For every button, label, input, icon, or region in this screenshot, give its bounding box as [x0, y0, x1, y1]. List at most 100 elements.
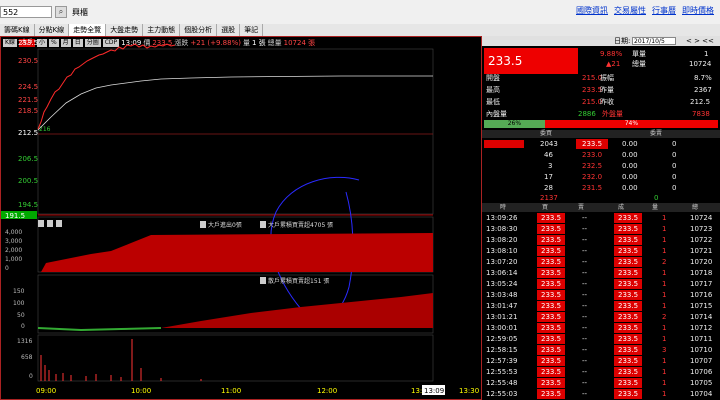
ref-price-label: 191.5 — [5, 212, 25, 220]
retail-axis-label: 0 — [21, 323, 25, 330]
tick-cell-b: 233.5 — [537, 389, 566, 399]
tick-cell-p: 233.5 — [614, 345, 643, 355]
yvol-value: 2367 — [694, 86, 712, 94]
tick-cell-p: 233.5 — [614, 323, 643, 333]
tab-notes[interactable]: 筆記 — [240, 24, 264, 36]
tab-branch-k[interactable]: 分點K線 — [35, 24, 70, 36]
retail-negative-line — [37, 327, 162, 332]
orderbook-row: 28 231.5 0.00 0 — [544, 184, 677, 192]
tick-cell-p: 233.5 — [614, 356, 643, 366]
panel-btn[interactable] — [56, 220, 62, 227]
tick-cell-s: -- — [582, 280, 588, 288]
tick-cell-v: 1 — [662, 225, 667, 233]
tick-cell-t: 13:08:20 — [486, 236, 518, 244]
retail-cum-label: 散戶累積買賣超151 張 — [268, 277, 329, 285]
tick-row: 13:01:21 233.5 -- 233.5 2 10714 — [482, 312, 720, 322]
tick-cell-s: -- — [582, 258, 588, 266]
outer-vol-value: 7838 — [692, 110, 710, 118]
vol-axis-label: 0 — [29, 373, 33, 380]
tick-cell-tot: 10714 — [690, 313, 713, 321]
stock-name: 興櫃 — [72, 8, 88, 17]
tick-cell-p: 233.5 — [614, 224, 643, 234]
nav-arrows[interactable]: < > << — [686, 36, 714, 46]
tick-cell-s: -- — [582, 302, 588, 310]
tab-main-force[interactable]: 主力動態 — [143, 24, 181, 36]
tick-cell-b: 233.5 — [537, 246, 566, 256]
chart-svg: 233.5 230.5 224.5 221.5 218.5 212.5 206.… — [1, 39, 479, 395]
search-icon[interactable]: ⌕ — [55, 6, 67, 18]
tick-cell-t: 13:05:24 — [486, 280, 518, 288]
ticks-header: 時 買 賣 成 量 總 — [482, 203, 720, 212]
tick-cell-tot: 10721 — [690, 247, 713, 255]
orderbook-row: 17 232.0 0.00 0 — [544, 173, 677, 181]
tick-cell-v: 2 — [662, 313, 667, 321]
time-cursor-label: 13:09 — [424, 387, 444, 395]
tick-cell-b: 233.5 — [537, 356, 566, 366]
tick-row: 12:55:03 233.5 -- 233.5 1 10704 — [482, 389, 720, 399]
orderbook-row: 2043 233.5 0.00 0 — [482, 139, 720, 149]
panel-btn[interactable] — [38, 220, 44, 227]
vol-axis-label: 658 — [21, 354, 33, 361]
tick-cell-t: 12:58:15 — [486, 346, 518, 354]
tick-cell-s: -- — [582, 247, 588, 255]
big-in-label: 大戶進出0張 — [208, 221, 242, 229]
tab-chips-k[interactable]: 籌碼K線 — [0, 24, 35, 36]
price-axis-label: 206.5 — [18, 155, 38, 163]
inner-vol-value: 2886 — [578, 110, 596, 118]
link-realtime[interactable]: 即時價格 — [682, 5, 714, 16]
tick-cell-v: 1 — [662, 302, 667, 310]
tick-cell-p: 233.5 — [614, 301, 643, 311]
tick-cell-s: -- — [582, 225, 588, 233]
tick-row: 12:59:05 233.5 -- 233.5 1 10711 — [482, 334, 720, 344]
tick-cell-t: 13:01:21 — [486, 313, 518, 321]
tick-cell-s: -- — [582, 335, 588, 343]
in-pct: 26% — [484, 120, 545, 128]
tick-cell-tot: 10716 — [690, 291, 713, 299]
price-axis-label: 233.5 — [18, 39, 38, 47]
tick-cell-tot: 10718 — [690, 269, 713, 277]
tick-row: 13:07:20 233.5 -- 233.5 2 10720 — [482, 257, 720, 267]
link-intl[interactable]: 國際資訊 — [576, 5, 608, 16]
tick-cell-tot: 10704 — [690, 390, 713, 398]
total-label: 總量 — [632, 60, 646, 68]
tick-cell-p: 233.5 — [614, 378, 643, 388]
tick-row: 12:58:15 233.5 -- 233.5 3 10710 — [482, 345, 720, 355]
big-cum-area — [41, 233, 433, 272]
tick-cell-t: 13:03:48 — [486, 291, 518, 299]
big-cum-label: 大戶累積買賣超4705 張 — [268, 221, 333, 229]
price-axis-label: 224.5 — [18, 83, 38, 91]
tick-row: 12:55:53 233.5 -- 233.5 1 10706 — [482, 367, 720, 377]
stock-code-input[interactable]: 552 — [0, 6, 52, 18]
time-axis-label: 10:00 — [131, 387, 151, 395]
info-icon[interactable] — [260, 277, 266, 284]
tick-cell-v: 1 — [662, 357, 667, 365]
tab-analysis[interactable]: 個股分析 — [180, 24, 218, 36]
tick-cell-b: 233.5 — [537, 312, 566, 322]
tick-cell-p: 233.5 — [614, 334, 643, 344]
tick-cell-b: 233.5 — [537, 235, 566, 245]
date-input[interactable]: 2017/10/5 — [632, 37, 676, 45]
tick-cell-p: 233.5 — [614, 279, 643, 289]
yclose-value: 212.5 — [690, 98, 711, 106]
yvol-label: 昨量 — [600, 86, 614, 94]
info-icon[interactable] — [260, 221, 266, 228]
tick-cell-v: 1 — [662, 324, 667, 332]
link-attr[interactable]: 交易屬性 — [614, 5, 646, 16]
panel-btn[interactable] — [47, 220, 53, 227]
price-axis-label: 218.5 — [18, 107, 38, 115]
info-icon[interactable] — [200, 221, 206, 228]
tick-cell-b: 233.5 — [537, 323, 566, 333]
pct-change: 9.88% — [600, 50, 623, 58]
tick-cell-t: 13:00:01 — [486, 324, 518, 332]
tick-row: 13:00:01 233.5 -- 233.5 1 10712 — [482, 323, 720, 333]
tab-screener[interactable]: 選股 — [217, 24, 241, 36]
tab-trend[interactable]: 走勢全覽 — [69, 24, 107, 36]
link-calendar[interactable]: 行事曆 — [652, 5, 676, 16]
big-axis-label: 2,000 — [5, 247, 22, 254]
tick-cell-s: -- — [582, 379, 588, 387]
tick-cell-b: 233.5 — [537, 378, 566, 388]
tab-market[interactable]: 大盤走勢 — [106, 24, 144, 36]
intraday-chart[interactable]: K線 大戶 小 % 月 日 分圖 CDP 13:09 價 233.5 漲跌 +2… — [0, 36, 482, 400]
outer-vol-label: 外盤量 — [602, 110, 623, 118]
tick-cell-tot: 10722 — [690, 236, 713, 244]
